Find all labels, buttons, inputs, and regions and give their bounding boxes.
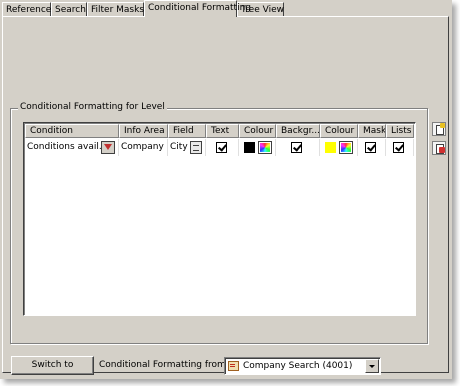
colour-palette-icon[interactable]: [339, 141, 353, 154]
background-colour-swatch: [325, 142, 336, 153]
column-header-background[interactable]: Backgr...: [276, 124, 320, 138]
field-cell[interactable]: City: [168, 139, 206, 156]
group-title: Conditional Formatting for Level: [18, 101, 167, 113]
tab-reference[interactable]: Reference: [2, 2, 51, 16]
colour-palette-icon[interactable]: [258, 141, 272, 154]
column-header-mask[interactable]: Mask: [358, 124, 386, 138]
column-header-text-colour[interactable]: Colour: [239, 124, 276, 138]
level-dropdown-value: Company Search (4001): [243, 361, 353, 371]
column-header-lists[interactable]: Lists: [386, 124, 414, 138]
column-header-condition[interactable]: Condition: [25, 124, 119, 138]
text-colour-cell: [239, 139, 276, 156]
background-checkbox-cell: [276, 139, 320, 156]
column-header-background-colour[interactable]: Colour: [320, 124, 358, 138]
level-dropdown[interactable]: Company Search (4001): [224, 357, 381, 375]
background-colour-cell: [320, 139, 358, 156]
mask-checkbox[interactable]: [365, 142, 376, 153]
switch-to-button[interactable]: Switch to: [11, 356, 94, 375]
grid-header: Condition Info Area Field Text Colour Ba…: [25, 124, 414, 138]
conditions-grid[interactable]: Condition Info Area Field Text Colour Ba…: [23, 122, 416, 316]
search-level-icon: [228, 361, 239, 371]
column-header-field[interactable]: Field: [168, 124, 206, 138]
delete-format-icon[interactable]: [432, 141, 446, 155]
tab-filter-masks[interactable]: Filter Masks: [87, 2, 144, 16]
add-format-icon[interactable]: [432, 122, 446, 136]
lists-checkbox-cell: [386, 139, 414, 156]
field-select-icon[interactable]: [190, 141, 202, 154]
column-header-text[interactable]: Text: [206, 124, 239, 138]
chevron-down-icon[interactable]: [365, 359, 379, 373]
filter-icon[interactable]: [101, 141, 115, 154]
text-checkbox[interactable]: [216, 142, 227, 153]
table-row[interactable]: Conditions avail... Company City: [25, 139, 414, 156]
field-text: City: [170, 142, 188, 152]
text-colour-swatch: [244, 142, 255, 153]
column-header-info-area[interactable]: Info Area: [119, 124, 168, 138]
info-area-cell: Company: [119, 139, 168, 156]
condition-text: Conditions avail...: [27, 142, 108, 152]
lists-checkbox[interactable]: [393, 142, 404, 153]
dialog-window: Reference Search Filter Masks Conditiona…: [0, 0, 452, 379]
condition-cell[interactable]: Conditions avail...: [25, 139, 119, 156]
mask-checkbox-cell: [358, 139, 386, 156]
tab-search[interactable]: Search: [51, 2, 87, 16]
tab-conditional-formatting[interactable]: Conditional Formatting: [144, 0, 251, 17]
text-checkbox-cell: [206, 139, 239, 156]
background-checkbox[interactable]: [291, 142, 302, 153]
